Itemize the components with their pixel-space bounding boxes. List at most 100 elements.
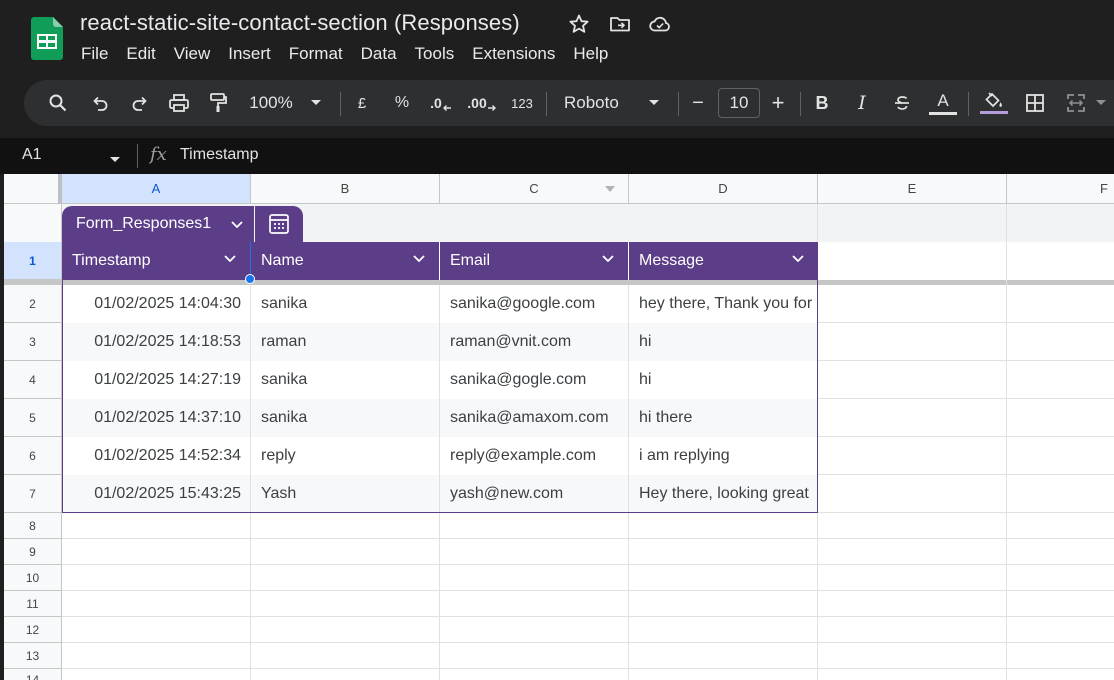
cloud-saved-icon[interactable] <box>648 12 672 36</box>
cell-name[interactable]: reply <box>261 437 439 475</box>
fill-color-icon[interactable] <box>979 91 1009 115</box>
paint-format-icon[interactable] <box>206 91 230 115</box>
name-box-dropdown-icon[interactable] <box>109 151 121 169</box>
merge-cells-icon[interactable] <box>1064 91 1088 115</box>
cell-message[interactable]: hi <box>639 323 817 361</box>
zoom-dropdown-icon[interactable] <box>308 91 324 115</box>
row-header-9[interactable]: 9 <box>4 539 62 565</box>
row-header-3[interactable]: 3 <box>4 323 62 361</box>
row-header-7[interactable]: 7 <box>4 475 62 513</box>
formula-input[interactable]: Timestamp <box>180 146 259 164</box>
cell-timestamp[interactable]: 01/02/2025 14:52:34 <box>62 437 241 475</box>
cell-timestamp[interactable]: 01/02/2025 14:04:30 <box>62 285 241 323</box>
column-header-a[interactable]: A <box>62 174 251 204</box>
column-menu-icon[interactable] <box>605 186 615 192</box>
row-header-2[interactable]: 2 <box>4 285 62 323</box>
row-header-6[interactable]: 6 <box>4 437 62 475</box>
cell-email[interactable]: sanika@amaxom.com <box>450 399 628 437</box>
column-filter-chevron-icon[interactable] <box>224 255 236 263</box>
cell-timestamp[interactable]: 01/02/2025 14:37:10 <box>62 399 241 437</box>
sheets-logo-icon[interactable] <box>31 17 63 60</box>
column-filter-chevron-icon[interactable] <box>792 255 804 263</box>
table-header-email[interactable]: Email <box>440 242 628 280</box>
document-title[interactable]: react-static-site-contact-section (Respo… <box>80 10 520 36</box>
column-header-f[interactable]: F <box>1007 174 1114 204</box>
select-all-corner[interactable] <box>4 174 62 204</box>
percent-format-button[interactable]: % <box>392 91 412 115</box>
move-to-folder-icon[interactable] <box>608 12 632 36</box>
cell-name[interactable]: raman <box>261 323 439 361</box>
menu-format[interactable]: Format <box>280 42 352 66</box>
row-header-13[interactable]: 13 <box>4 643 62 669</box>
borders-icon[interactable] <box>1023 91 1047 115</box>
table-header-timestamp[interactable]: Timestamp <box>62 242 250 280</box>
cell-message[interactable]: hi there <box>639 399 817 437</box>
menu-view[interactable]: View <box>165 42 220 66</box>
cell-message[interactable]: Hey there, looking great <box>639 475 817 513</box>
row-header-12[interactable]: 12 <box>4 617 62 643</box>
decrease-decimal-button[interactable]: .0 <box>428 91 454 115</box>
row-header-5[interactable]: 5 <box>4 399 62 437</box>
row-header-10[interactable]: 10 <box>4 565 62 591</box>
cell-message[interactable]: hey there, Thank you for <box>639 285 817 323</box>
redo-icon[interactable] <box>128 91 152 115</box>
undo-icon[interactable] <box>88 91 112 115</box>
menu-tools[interactable]: Tools <box>406 42 464 66</box>
italic-button[interactable]: I <box>852 91 872 115</box>
decrease-font-size-button[interactable]: − <box>688 91 708 115</box>
row-header-4[interactable]: 4 <box>4 361 62 399</box>
font-size-input[interactable]: 10 <box>718 88 760 118</box>
more-formats-button[interactable]: 123 <box>508 91 536 115</box>
cell-email[interactable]: sanika@google.com <box>450 285 628 323</box>
star-icon[interactable] <box>567 12 591 36</box>
text-color-button[interactable]: A <box>928 91 958 115</box>
cell-email[interactable]: yash@new.com <box>450 475 628 513</box>
column-header-b[interactable]: B <box>251 174 440 204</box>
font-dropdown-icon[interactable] <box>646 91 662 115</box>
cell-email[interactable]: sanika@gogle.com <box>450 361 628 399</box>
print-icon[interactable] <box>167 91 191 115</box>
table-name-chip[interactable]: Form_Responses1 <box>62 206 254 242</box>
merge-dropdown-icon[interactable] <box>1094 91 1108 115</box>
menu-help[interactable]: Help <box>564 42 617 66</box>
cell-name[interactable]: sanika <box>261 285 439 323</box>
cell-message[interactable]: hi <box>639 361 817 399</box>
font-select[interactable]: Roboto <box>564 91 628 115</box>
strikethrough-icon[interactable] <box>890 91 914 115</box>
column-header-c[interactable]: C <box>440 174 629 204</box>
bold-button[interactable]: B <box>812 91 832 115</box>
zoom-select[interactable]: 100% <box>246 91 296 115</box>
cell-email[interactable]: raman@vnit.com <box>450 323 628 361</box>
column-header-d[interactable]: D <box>629 174 818 204</box>
selection-fill-handle[interactable] <box>245 274 255 284</box>
menu-extensions[interactable]: Extensions <box>463 42 564 66</box>
table-name-chevron-icon[interactable] <box>231 221 243 229</box>
table-header-message[interactable]: Message <box>629 242 818 280</box>
column-filter-chevron-icon[interactable] <box>413 255 425 263</box>
cell-timestamp[interactable]: 01/02/2025 14:18:53 <box>62 323 241 361</box>
menu-file[interactable]: File <box>72 42 117 66</box>
column-header-e[interactable]: E <box>818 174 1007 204</box>
menu-data[interactable]: Data <box>352 42 406 66</box>
increase-font-size-button[interactable]: + <box>768 90 788 115</box>
cell-email[interactable]: reply@example.com <box>450 437 628 475</box>
currency-format-button[interactable]: £ <box>354 91 370 115</box>
search-menus-icon[interactable] <box>46 91 70 115</box>
menu-edit[interactable]: Edit <box>117 42 164 66</box>
row-header-14[interactable]: 14 <box>4 669 62 680</box>
table-view-icon[interactable] <box>255 206 303 242</box>
table-header-name[interactable]: Name <box>251 242 439 280</box>
cell-name[interactable]: Yash <box>261 475 439 513</box>
column-filter-chevron-icon[interactable] <box>602 255 614 263</box>
cell-name[interactable]: sanika <box>261 399 439 437</box>
increase-decimal-button[interactable]: .00 <box>467 91 497 115</box>
row-header-8[interactable]: 8 <box>4 513 62 539</box>
cell-message[interactable]: i am replying <box>639 437 817 475</box>
row-header-11[interactable]: 11 <box>4 591 62 617</box>
cell-name[interactable]: sanika <box>261 361 439 399</box>
name-box[interactable]: A1 <box>22 146 42 164</box>
menu-insert[interactable]: Insert <box>219 42 280 66</box>
cell-timestamp[interactable]: 01/02/2025 14:27:19 <box>62 361 241 399</box>
row-header-1[interactable]: 1 <box>4 242 62 280</box>
cell-timestamp[interactable]: 01/02/2025 15:43:25 <box>62 475 241 513</box>
